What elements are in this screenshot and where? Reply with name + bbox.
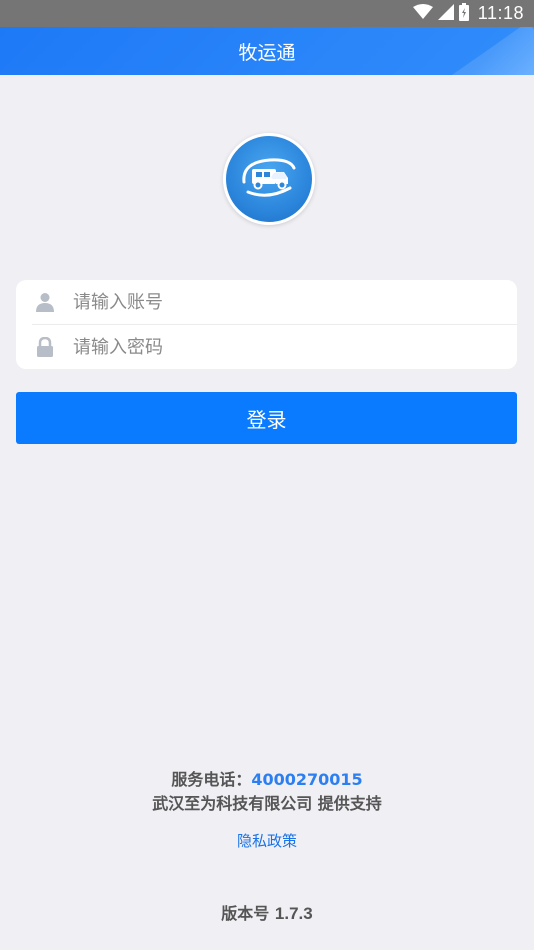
company-support: 武汉至为科技有限公司 提供支持 xyxy=(152,794,382,813)
version-label: 版本号 xyxy=(221,904,270,923)
phone-label: 服务电话： xyxy=(171,770,252,789)
phone-number[interactable]: 4000270015 xyxy=(251,770,362,789)
wifi-icon xyxy=(412,3,433,24)
account-input[interactable] xyxy=(73,287,473,317)
user-icon xyxy=(35,292,55,312)
app-header: 牧运通 xyxy=(0,27,534,75)
page-title: 牧运通 xyxy=(238,41,296,64)
account-field-row xyxy=(16,280,517,324)
cell-signal-icon xyxy=(437,3,454,24)
header-decoration xyxy=(438,27,534,75)
truck-logo-icon xyxy=(238,152,300,206)
status-time: 11:18 xyxy=(477,3,524,23)
status-bar: 11:18 xyxy=(0,0,534,27)
login-form xyxy=(16,280,517,369)
app-logo xyxy=(223,133,315,225)
version-number: 1.7.3 xyxy=(274,904,313,923)
battery-icon xyxy=(458,2,469,25)
version-info: 版本号 1.7.3 xyxy=(0,900,534,924)
password-input[interactable] xyxy=(73,332,473,362)
login-button[interactable]: 登录 xyxy=(16,392,517,444)
privacy-policy-link[interactable]: 隐私政策 xyxy=(0,830,534,851)
password-field-row xyxy=(16,325,517,369)
service-phone: 服务电话：4000270015 xyxy=(0,766,534,790)
lock-icon xyxy=(35,337,55,357)
